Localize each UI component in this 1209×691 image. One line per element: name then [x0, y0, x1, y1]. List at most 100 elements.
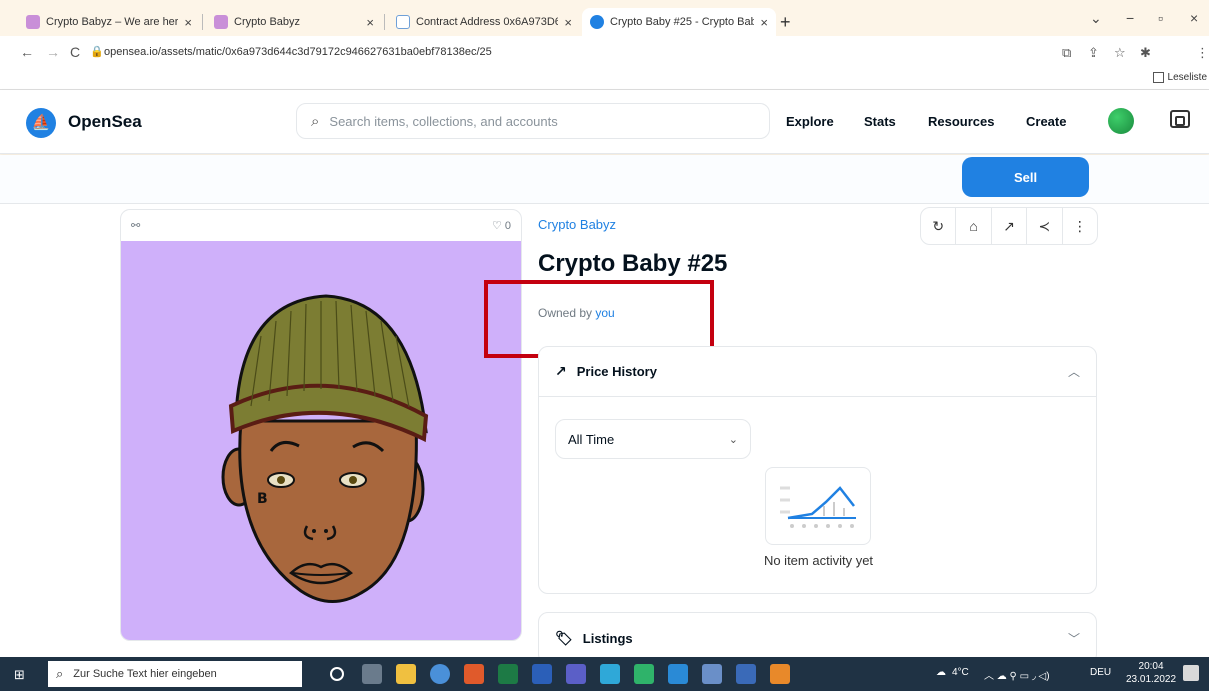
empty-chart-icon: [765, 467, 871, 545]
chevron-down-icon[interactable]: ﹀: [1068, 630, 1080, 647]
windows-start-icon[interactable]: ⊞: [14, 667, 25, 683]
refresh-icon[interactable]: ↻: [921, 208, 957, 244]
search-input[interactable]: [329, 113, 730, 129]
bookmark-star-icon[interactable]: ☆: [1114, 45, 1126, 61]
brave-icon[interactable]: [464, 664, 484, 684]
maximize-icon[interactable]: ▫: [1158, 10, 1163, 26]
language-indicator[interactable]: DEU: [1090, 667, 1111, 678]
nav-resources[interactable]: Resources: [928, 114, 994, 129]
close-icon[interactable]: ×: [366, 15, 374, 30]
asset-image-card: ⚯ ♡ 0 B: [120, 209, 522, 641]
gift-icon[interactable]: ⌂: [956, 208, 992, 244]
reading-list[interactable]: Leseliste: [1152, 72, 1207, 83]
cortana-icon[interactable]: [330, 667, 344, 681]
weather-icon[interactable]: ☁: [936, 667, 946, 678]
powershell-icon[interactable]: [736, 664, 756, 684]
site-header: ⛵ OpenSea ⌕ Explore Stats Resources Crea…: [0, 90, 1209, 154]
tab-title: Contract Address 0x6A973D644c: [416, 16, 559, 28]
favicon: [590, 15, 604, 29]
tag-icon: 🏷: [555, 629, 573, 646]
wallet-icon[interactable]: [1170, 110, 1190, 128]
nav-stats[interactable]: Stats: [864, 114, 896, 129]
clock-date: 23.01.2022: [1126, 674, 1177, 685]
brand-name[interactable]: OpenSea: [68, 112, 142, 132]
lock-icon: 🔒: [90, 46, 104, 58]
tab-title: Crypto Babyz – We are here to n: [46, 16, 179, 28]
tray-icons[interactable]: ︿ ☁ ⚲ ▭ ◞ ◁): [984, 667, 1050, 682]
search-icon: ⌕: [56, 666, 64, 681]
asset-page: ⚯ ♡ 0 B Crypto Babyz Crypto Baby #25 Own…: [0, 204, 1209, 657]
extensions-icon[interactable]: ✱: [1140, 45, 1151, 61]
trend-icon: ↗: [555, 363, 567, 379]
close-icon[interactable]: ×: [760, 15, 768, 30]
tab-crypto-babyz[interactable]: Crypto Babyz ×: [206, 8, 382, 36]
time-range-select[interactable]: All Time ⌄: [555, 419, 751, 459]
search-icon: ⌕: [311, 112, 320, 130]
window-close-icon[interactable]: ×: [1190, 10, 1198, 26]
tab-crypto-baby-25[interactable]: Crypto Baby #25 - Crypto Babyz ×: [582, 8, 776, 36]
close-icon[interactable]: ×: [184, 15, 192, 30]
url-field[interactable]: opensea.io/assets/matic/0x6a973d644c3d79…: [104, 46, 492, 58]
back-icon[interactable]: ←: [20, 44, 34, 60]
price-history-panel: ↗ Price History ︿ All Time ⌄ No item act…: [538, 346, 1097, 594]
nav-create[interactable]: Create: [1026, 114, 1066, 129]
teams-icon[interactable]: [566, 664, 586, 684]
crypto-baby-illustration: B: [221, 294, 429, 603]
word-icon[interactable]: [532, 664, 552, 684]
asset-image[interactable]: B: [121, 241, 521, 640]
tab-title: Crypto Babyz: [234, 16, 301, 28]
listings-header[interactable]: 🏷 Listings ﹀: [539, 613, 1096, 657]
app-icon[interactable]: [600, 664, 620, 684]
chrome-icon[interactable]: [430, 664, 450, 684]
tab-crypto-babyz-home[interactable]: Crypto Babyz – We are here to n ×: [18, 8, 200, 36]
empty-state-text: No item activity yet: [763, 553, 874, 568]
share-icon[interactable]: ≺: [1027, 208, 1063, 244]
tab-separator: [384, 14, 385, 30]
opensea-logo-icon[interactable]: ⛵: [26, 108, 56, 138]
tab-contract-address[interactable]: Contract Address 0x6A973D644c ×: [388, 8, 580, 36]
close-icon[interactable]: ×: [564, 15, 572, 30]
search-bar[interactable]: ⌕: [296, 103, 770, 139]
favicon: [396, 15, 410, 29]
forward-icon[interactable]: →: [46, 44, 60, 60]
favicon: [26, 15, 40, 29]
avatar[interactable]: [1108, 108, 1134, 134]
task-view-icon[interactable]: [362, 664, 382, 684]
excel-icon[interactable]: [498, 664, 518, 684]
windows-taskbar: ⊞ ⌕ Zur Suche Text hier eingeben ☁ 4°C ︿…: [0, 657, 1209, 691]
price-history-header[interactable]: ↗ Price History ︿: [539, 347, 1096, 397]
collection-link[interactable]: Crypto Babyz: [538, 217, 616, 232]
asset-action-bar: ↻ ⌂ ↗ ≺ ⋮: [920, 207, 1098, 245]
asset-title: Crypto Baby #25: [538, 250, 728, 277]
menu-icon[interactable]: ⋮: [1196, 45, 1209, 61]
bookmarks-bar: Leseliste: [0, 70, 1209, 90]
metamask-icon[interactable]: [770, 664, 790, 684]
favorite-button[interactable]: ♡ 0: [492, 219, 511, 232]
listings-title: Listings: [582, 630, 633, 646]
share-icon[interactable]: ⇪: [1088, 45, 1099, 61]
app-icon[interactable]: [634, 664, 654, 684]
app-icon[interactable]: [702, 664, 722, 684]
reload-icon[interactable]: C: [70, 44, 80, 60]
taskbar-search[interactable]: ⌕ Zur Suche Text hier eingeben: [48, 661, 302, 687]
vscode-icon[interactable]: [668, 664, 688, 684]
notification-icon[interactable]: [1183, 665, 1199, 681]
chevron-up-icon[interactable]: ︿: [1068, 363, 1080, 380]
tab-search-icon[interactable]: ⌄: [1090, 10, 1102, 27]
external-link-icon[interactable]: ↗: [992, 208, 1028, 244]
chain-link-icon: ⚯: [131, 220, 141, 232]
minimize-icon[interactable]: −: [1126, 10, 1134, 26]
new-tab-icon[interactable]: +: [780, 12, 791, 33]
nav-explore[interactable]: Explore: [786, 114, 834, 129]
file-explorer-icon[interactable]: [396, 664, 416, 684]
weather-temp[interactable]: 4°C: [952, 667, 969, 678]
translate-icon[interactable]: ⧉: [1062, 45, 1071, 61]
image-card-header: ⚯ ♡ 0: [121, 210, 521, 241]
svg-text:B: B: [257, 491, 268, 507]
clock-time: 20:04: [1138, 661, 1164, 672]
price-history-title: Price History: [576, 364, 657, 379]
clock[interactable]: 20:04 23.01.2022: [1126, 660, 1176, 686]
more-icon[interactable]: ⋮: [1063, 208, 1097, 244]
tab-separator: [202, 14, 203, 30]
sell-button[interactable]: Sell: [962, 157, 1089, 197]
